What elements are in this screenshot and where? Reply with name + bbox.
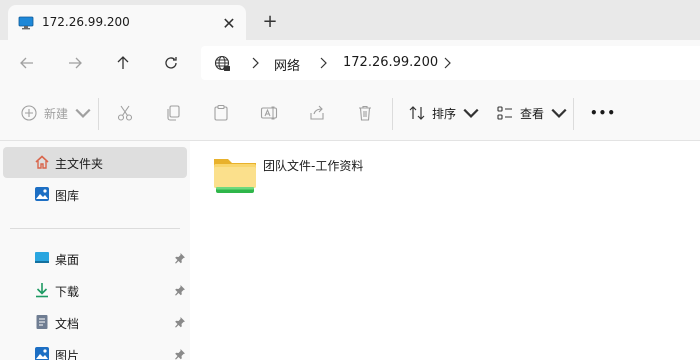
pin-icon[interactable] (174, 316, 186, 328)
tab-title: 172.26.99.200 (42, 15, 130, 29)
navigation-bar: 网络 172.26.99.200 (0, 40, 700, 86)
chevron-right-icon (320, 57, 327, 69)
new-button[interactable]: 新建 (20, 99, 92, 127)
share-icon (310, 105, 324, 120)
arrow-right-icon (69, 57, 82, 69)
sidebar-item-label: 图库 (55, 189, 80, 203)
file-name: 团队文件-工作资料 (263, 159, 364, 173)
sidebar-item-label: 图片 (55, 349, 80, 360)
list-item[interactable]: 团队文件-工作资料 (210, 151, 420, 197)
view-layout-icon (497, 106, 512, 120)
address-bar[interactable]: 网络 172.26.99.200 (201, 46, 700, 80)
file-list: 团队文件-工作资料 (190, 141, 700, 360)
more-options-button[interactable]: ••• (590, 99, 616, 127)
tab-bar: 172.26.99.200 ✕ + (0, 0, 700, 40)
view-label: 查看 (520, 106, 545, 121)
chevron-down-icon (463, 108, 479, 118)
new-label: 新建 (44, 106, 69, 121)
network-globe-icon (214, 55, 230, 71)
download-icon (36, 283, 48, 298)
trash-icon (359, 105, 371, 121)
scissors-icon (117, 105, 133, 121)
sidebar-item-desktop[interactable]: 桌面 (3, 243, 187, 274)
monitor-icon (18, 16, 34, 30)
sidebar-item-downloads[interactable]: 下载 (3, 275, 187, 306)
arrow-up-icon (117, 56, 129, 69)
new-tab-button[interactable]: + (258, 9, 282, 33)
forward-button[interactable] (61, 49, 89, 77)
clipboard-icon (214, 104, 228, 121)
breadcrumb-host[interactable]: 172.26.99.200 (343, 55, 438, 70)
document-icon (36, 315, 48, 329)
sort-icon (409, 106, 425, 120)
sidebar-item-label: 文档 (55, 317, 80, 331)
arrow-left-icon (20, 57, 33, 69)
toolbar-divider (392, 98, 393, 130)
share-button[interactable] (308, 99, 326, 127)
toolbar-divider (98, 98, 99, 130)
delete-button[interactable] (356, 99, 374, 127)
rename-button[interactable] (260, 99, 278, 127)
back-button[interactable] (13, 49, 41, 77)
sidebar-item-documents[interactable]: 文档 (3, 307, 187, 338)
home-icon (35, 155, 49, 169)
pin-icon[interactable] (174, 252, 186, 264)
navigation-pane: 主文件夹 图库 桌面 下载 文档 图片 (0, 141, 190, 360)
sidebar-item-label: 桌面 (55, 253, 80, 267)
chevron-right-icon (252, 57, 259, 69)
sidebar-item-gallery[interactable]: 图库 (3, 179, 187, 210)
sort-label: 排序 (432, 106, 457, 121)
sidebar-item-pictures[interactable]: 图片 (3, 339, 187, 360)
breadcrumb-network[interactable]: 网络 (274, 55, 300, 74)
view-button[interactable]: 查看 (496, 99, 568, 127)
gallery-icon (35, 187, 49, 201)
sidebar-item-label: 下载 (55, 285, 80, 299)
pin-icon[interactable] (174, 348, 186, 360)
pictures-icon (35, 347, 49, 360)
plus-circle-icon (21, 105, 37, 121)
rename-icon (260, 106, 278, 120)
sidebar-item-home[interactable]: 主文件夹 (3, 147, 187, 178)
toolbar-divider (573, 98, 574, 130)
copy-icon (167, 105, 180, 121)
chevron-down-icon (75, 108, 91, 118)
up-button[interactable] (109, 49, 137, 77)
refresh-icon (165, 57, 177, 69)
desktop-icon (35, 252, 49, 263)
refresh-button[interactable] (157, 49, 185, 77)
sidebar-item-label: 主文件夹 (55, 157, 104, 171)
pin-icon[interactable] (174, 284, 186, 296)
chevron-down-icon (551, 108, 567, 118)
sort-button[interactable]: 排序 (408, 99, 480, 127)
tab-current[interactable]: 172.26.99.200 ✕ (8, 5, 246, 40)
close-tab-button[interactable]: ✕ (218, 12, 240, 34)
copy-button[interactable] (164, 99, 182, 127)
command-bar: 新建 排序 查看 ••• (0, 86, 700, 141)
sidebar-divider (10, 228, 180, 229)
network-folder-icon (214, 159, 256, 193)
paste-button[interactable] (212, 99, 230, 127)
cut-button[interactable] (116, 99, 134, 127)
chevron-right-icon[interactable] (441, 56, 453, 70)
